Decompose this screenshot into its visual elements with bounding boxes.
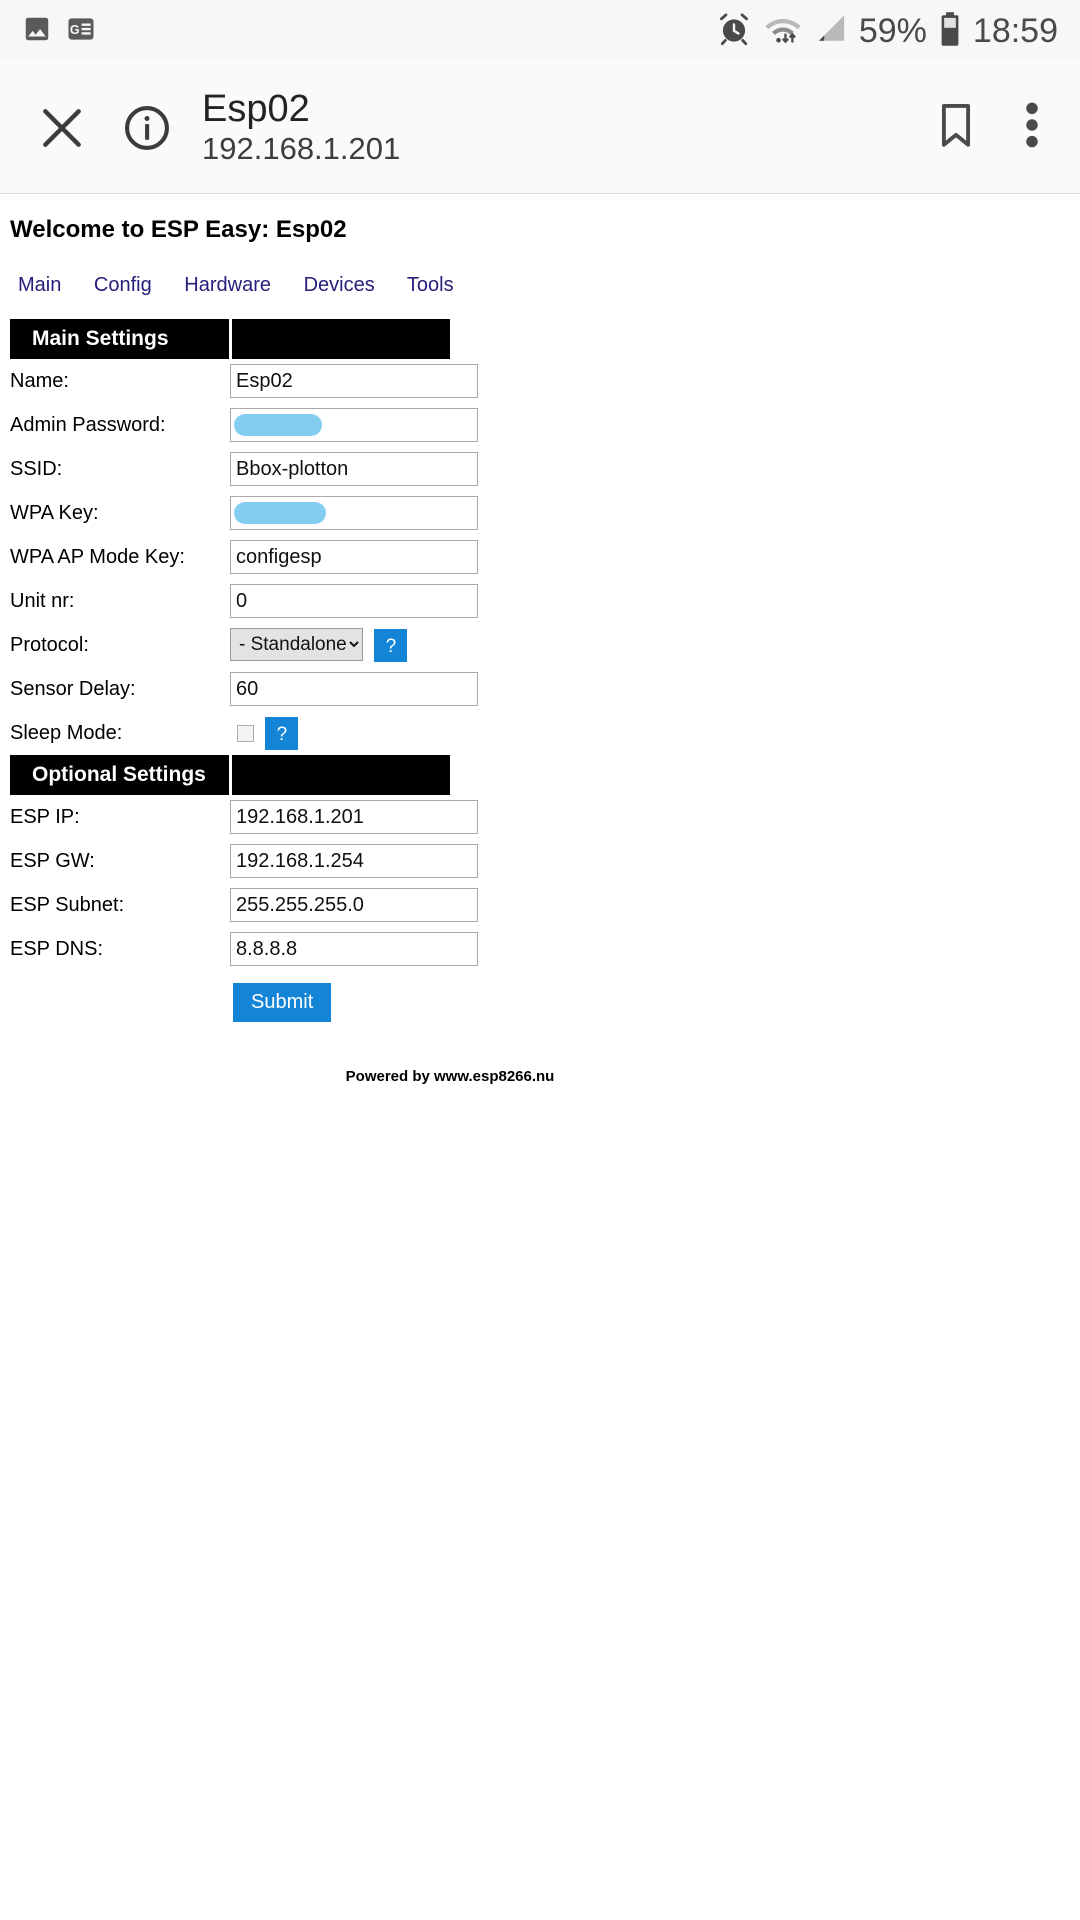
page-url: 192.168.1.201 bbox=[202, 130, 401, 166]
row-esp-gw: ESP GW: bbox=[10, 839, 478, 883]
info-circle-icon bbox=[125, 105, 169, 150]
esp-ip-input[interactable] bbox=[230, 800, 478, 834]
settings-table: Main Settings Name: Admin Password: bbox=[10, 319, 478, 1022]
overflow-menu-button[interactable] bbox=[1024, 101, 1040, 154]
bookmark-button[interactable] bbox=[934, 101, 978, 154]
esp-subnet-input[interactable] bbox=[230, 888, 478, 922]
row-ssid: SSID: bbox=[10, 447, 478, 491]
label-name: Name: bbox=[10, 369, 69, 392]
label-wpa-ap-mode-key: WPA AP Mode Key: bbox=[10, 545, 185, 568]
image-icon bbox=[22, 14, 52, 49]
admin-password-input[interactable] bbox=[230, 408, 478, 442]
battery-percent-label: 59% bbox=[858, 11, 927, 50]
google-news-icon: G bbox=[66, 14, 96, 49]
row-wpa-ap-mode-key: WPA AP Mode Key: bbox=[10, 535, 478, 579]
status-bar-right-icons: 59% 18:59 bbox=[716, 11, 1058, 52]
esp-easy-page: Welcome to ESP Easy: Esp02 Main Config H… bbox=[0, 194, 1080, 1085]
wpa-key-input[interactable] bbox=[230, 496, 478, 530]
alarm-icon bbox=[716, 11, 752, 52]
name-input[interactable] bbox=[230, 364, 478, 398]
welcome-heading: Welcome to ESP Easy: Esp02 bbox=[10, 216, 347, 243]
page-title: Esp02 bbox=[202, 87, 310, 130]
clock-label: 18:59 bbox=[972, 11, 1058, 50]
svg-text:G: G bbox=[70, 23, 80, 37]
label-admin-password: Admin Password: bbox=[10, 413, 166, 436]
sleep-mode-help-button[interactable]: ? bbox=[265, 716, 299, 750]
label-esp-ip: ESP IP: bbox=[10, 805, 80, 828]
wpa-ap-mode-key-input[interactable] bbox=[230, 540, 478, 574]
row-wpa-key: WPA Key: bbox=[10, 491, 478, 535]
label-ssid: SSID: bbox=[10, 457, 63, 480]
tab-title-block[interactable]: Esp02 192.168.1.201 bbox=[202, 87, 401, 167]
row-unit-nr: Unit nr: bbox=[10, 579, 478, 623]
nav-link-tools[interactable]: Tools bbox=[407, 274, 454, 296]
row-sensor-delay: Sensor Delay: bbox=[10, 667, 478, 711]
esp-dns-input[interactable] bbox=[230, 932, 478, 966]
unit-nr-input[interactable] bbox=[230, 584, 478, 618]
submit-row-spacer bbox=[10, 971, 230, 1022]
label-esp-subnet: ESP Subnet: bbox=[10, 893, 125, 916]
ssid-input[interactable] bbox=[230, 452, 478, 486]
section-header-filler bbox=[230, 319, 450, 359]
row-admin-password: Admin Password: bbox=[10, 403, 478, 447]
label-sleep-mode: Sleep Mode: bbox=[10, 721, 123, 744]
label-sensor-delay: Sensor Delay: bbox=[10, 677, 136, 700]
wifi-icon bbox=[763, 12, 803, 51]
nav-link-hardware[interactable]: Hardware bbox=[184, 274, 271, 296]
row-name: Name: bbox=[10, 359, 478, 403]
section-title-optional-settings: Optional Settings bbox=[10, 755, 232, 795]
esp-gw-input[interactable] bbox=[230, 844, 478, 878]
more-vertical-icon bbox=[1026, 102, 1038, 148]
sleep-mode-checkbox[interactable] bbox=[237, 724, 254, 742]
protocol-select[interactable]: - Standalone - bbox=[230, 627, 363, 661]
sensor-delay-input[interactable] bbox=[230, 672, 478, 706]
label-esp-gw: ESP GW: bbox=[10, 849, 95, 872]
nav-link-config[interactable]: Config bbox=[94, 274, 152, 296]
row-protocol: Protocol: - Standalone - ? bbox=[10, 623, 450, 667]
section-header-filler-optional bbox=[230, 755, 450, 795]
row-esp-ip: ESP IP: bbox=[10, 795, 478, 839]
site-info-button[interactable] bbox=[108, 102, 186, 154]
main-navigation: Main Config Hardware Devices Tools bbox=[10, 274, 1070, 297]
battery-icon bbox=[938, 11, 962, 52]
status-bar-left-icons: G bbox=[22, 14, 96, 49]
submit-button[interactable]: Submit bbox=[233, 983, 332, 1022]
section-header-main-settings: Main Settings bbox=[10, 319, 450, 359]
section-title-main-settings: Main Settings bbox=[10, 319, 232, 359]
bookmark-icon bbox=[941, 104, 971, 147]
toolbar-actions bbox=[934, 101, 1054, 154]
section-header-optional-settings: Optional Settings bbox=[10, 755, 450, 795]
row-submit: Submit bbox=[10, 971, 450, 1022]
nav-link-devices[interactable]: Devices bbox=[304, 274, 375, 296]
close-button[interactable] bbox=[26, 103, 98, 153]
close-icon bbox=[43, 108, 81, 147]
label-esp-dns: ESP DNS: bbox=[10, 937, 103, 960]
page-footer: Powered by www.esp8266.nu bbox=[345, 1068, 555, 1085]
android-status-bar: G 59% 18:59 bbox=[0, 0, 1080, 62]
protocol-help-button[interactable]: ? bbox=[374, 629, 408, 663]
signal-icon bbox=[814, 13, 848, 50]
row-esp-subnet: ESP Subnet: bbox=[10, 883, 478, 927]
nav-link-main[interactable]: Main bbox=[18, 274, 61, 296]
label-unit-nr: Unit nr: bbox=[10, 589, 75, 612]
label-protocol: Protocol: bbox=[10, 633, 89, 656]
row-esp-dns: ESP DNS: bbox=[10, 927, 478, 971]
browser-toolbar: Esp02 192.168.1.201 bbox=[0, 62, 1080, 194]
label-wpa-key: WPA Key: bbox=[10, 501, 99, 524]
row-sleep-mode: Sleep Mode: ? bbox=[10, 711, 450, 755]
